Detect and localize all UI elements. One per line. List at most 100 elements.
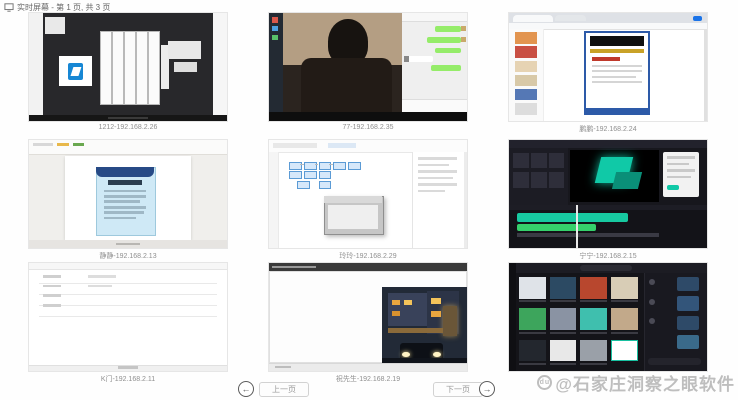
thumbnail-caption: 1212-192.168.2.26 [28,124,228,131]
preview-element [585,108,648,114]
preview-element [73,143,85,146]
preview-element [418,177,454,180]
preview-element [431,311,441,317]
screen-thumbnail[interactable] [28,12,228,122]
preview-element [515,75,537,87]
screen-thumbnail[interactable] [508,12,708,122]
preview-element [168,41,202,59]
preview-element [404,300,412,305]
preview-element [297,181,310,189]
screen-thumbnail[interactable] [268,139,468,249]
preview-element [319,162,332,170]
thumbnail-caption: 玲玲-192.168.2.29 [268,251,468,261]
preview-element [100,31,112,104]
preview-element [96,167,153,177]
thumbnail-caption: 宁宁-192.168.2.15 [508,251,708,261]
preview-element [517,233,660,237]
thumbnail-caption: K门-192.168.2.11 [28,374,228,384]
preview-element [580,308,607,330]
next-page-icon-button[interactable]: → [479,381,495,397]
preview-element [213,13,227,115]
prev-page-icon-button[interactable]: ← [238,381,254,397]
preview-element [550,332,577,334]
preview-element [43,304,61,307]
preview-element [612,172,642,189]
screen-thumbnail[interactable] [268,262,468,372]
next-page-button[interactable]: 下一页 [433,382,483,397]
preview-element [108,180,142,185]
preview-element [509,205,707,210]
monitor-icon [4,3,14,12]
preview-element [550,277,577,299]
screen-cell: K门-192.168.2.11 [28,262,228,384]
preview-element [88,285,112,288]
preview-element [464,152,467,248]
preview-element [392,311,400,316]
preview-element [300,164,304,165]
preview-element [174,62,198,73]
preview-element [418,164,450,167]
preview-element [550,308,577,330]
preview-element [328,143,356,147]
preview-element [45,17,65,33]
preview-element [104,206,146,209]
preview-element [550,363,577,365]
preview-element [611,300,638,302]
preview-element [269,363,467,372]
screen-cell: 77-192.168.2.35 [268,12,468,131]
preview-element [648,358,701,364]
preview-element [667,169,695,172]
preview-element [443,306,457,336]
preview-element [301,58,392,112]
preview-element [555,15,587,21]
preview-element [418,157,458,160]
preview-element [592,81,642,83]
preview-element [611,332,638,334]
preview-element [519,277,546,299]
arrow-left-icon: ← [242,385,251,394]
preview-element [104,217,136,220]
preview-element [148,31,160,104]
preview-element [29,263,227,270]
screen-cell [508,262,708,374]
preview-element [592,65,642,67]
preview-element [269,152,279,248]
arrow-right-icon: → [483,385,492,394]
preview-element [667,156,695,159]
preview-element [531,172,547,187]
preview-element [580,340,607,362]
preview-element [677,316,699,330]
preview-element [513,172,529,187]
preview-element [427,37,461,43]
preview-element [435,26,461,32]
screen-thumbnail[interactable] [508,262,708,372]
screen-thumbnail[interactable] [28,139,228,249]
screen-thumbnail[interactable] [28,262,228,372]
preview-element [104,200,140,203]
page-title: 实时屏幕 - 第 1 页, 共 3 页 [17,2,110,13]
preview-element [461,26,466,31]
screen-thumbnail[interactable] [268,12,468,122]
screen-cell: 1212-192.168.2.26 [28,12,228,131]
preview-element [315,164,319,165]
preview-element [592,76,636,78]
preview-element [580,265,631,270]
prev-page-button[interactable]: 上一页 [259,382,309,397]
preview-element [112,31,124,104]
preview-element [275,366,291,369]
preview-element [404,56,409,61]
preview-element [611,308,638,330]
preview-element [517,224,596,230]
preview-element [519,363,546,365]
preview-element [677,277,699,291]
preview-element [590,49,643,53]
preview-element [43,285,61,288]
preview-element [519,308,546,330]
preview-element [592,57,620,60]
screen-thumbnail[interactable] [508,139,708,249]
preview-element [39,273,217,321]
preview-element [388,328,443,333]
preview-element [104,190,146,193]
preview-element [509,140,707,148]
preview-element [550,340,577,362]
